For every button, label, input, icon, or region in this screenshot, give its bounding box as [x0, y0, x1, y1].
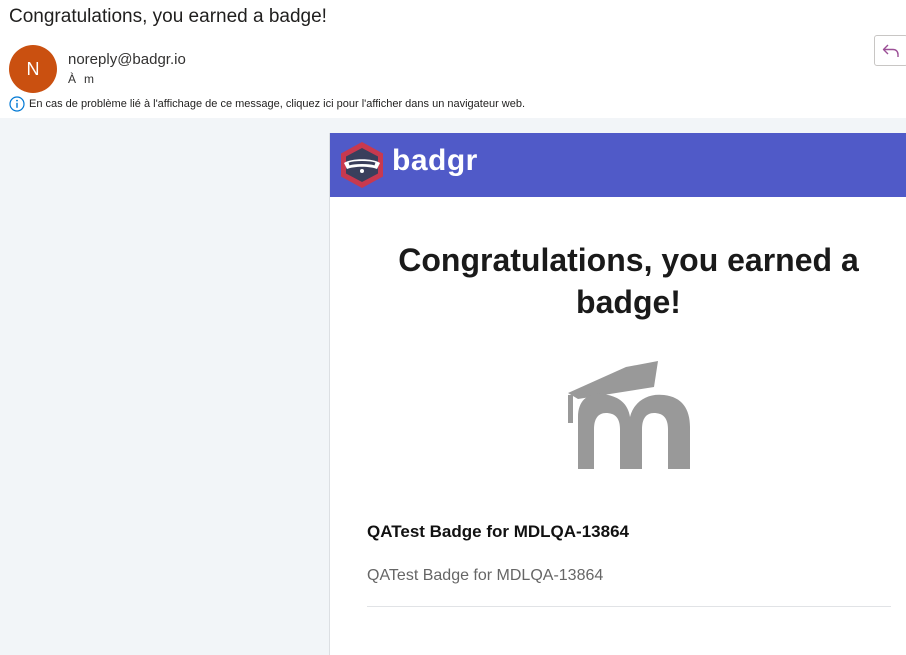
brand-banner: badgr [330, 133, 906, 197]
email-subject: Congratulations, you earned a badge! [9, 6, 327, 27]
reply-arrow-icon [882, 44, 899, 57]
info-circle-icon [9, 96, 25, 112]
info-message: En cas de problème lié à l'affichage de … [29, 98, 526, 110]
badge-name: QATest Badge for MDLQA-13864 [367, 522, 629, 541]
display-issue-notice[interactable]: En cas de problème lié à l'affichage de … [9, 96, 525, 112]
brand-name: badgr [392, 144, 478, 177]
email-content-card: badgr Congratulations, you earned a badg… [329, 133, 906, 655]
congratulations-heading: Congratulations, you earned a badge! [398, 242, 859, 320]
badgr-logo-icon [341, 142, 383, 188]
avatar-initial: N [26, 58, 40, 79]
sender-avatar[interactable]: N [9, 45, 57, 93]
sender-address[interactable]: noreply@badgr.io [68, 51, 186, 68]
badge-image [568, 361, 690, 469]
to-label: À [68, 72, 77, 86]
divider [367, 606, 891, 607]
recipient-name[interactable]: m [84, 72, 94, 86]
badge-description: QATest Badge for MDLQA-13864 [367, 567, 604, 584]
reply-button[interactable] [874, 35, 906, 66]
recipient-line: Àm [68, 72, 102, 86]
